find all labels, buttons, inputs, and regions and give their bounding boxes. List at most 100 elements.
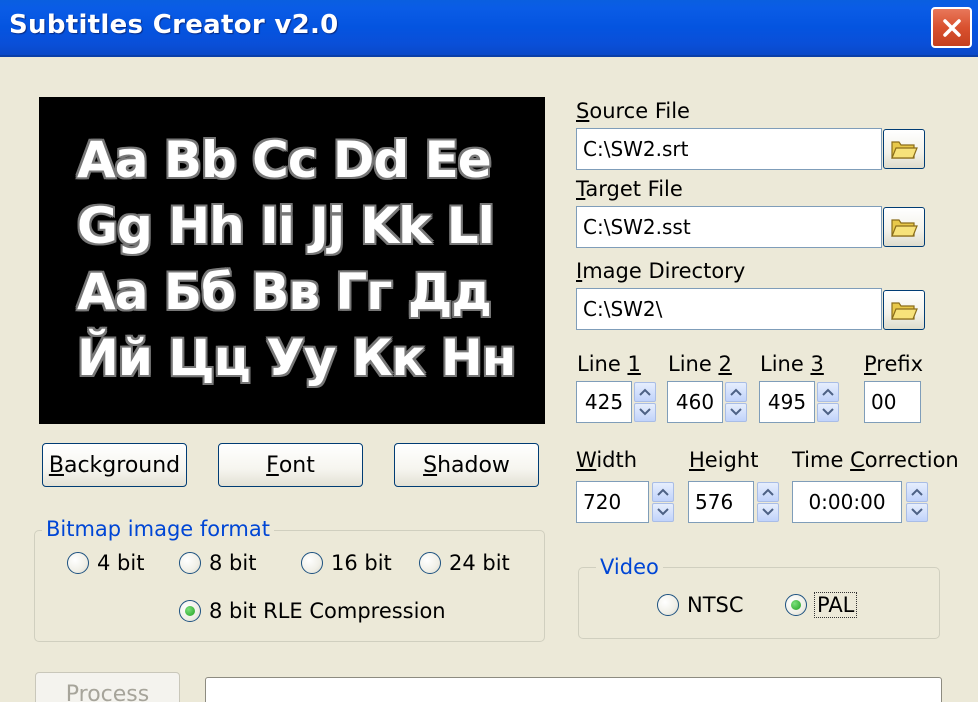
line3-spin-down[interactable] [817, 402, 839, 422]
folder-icon [891, 302, 918, 320]
width-input[interactable]: 720 [576, 481, 649, 523]
time-correction-spinner[interactable] [906, 482, 928, 522]
title-bar[interactable]: Subtitles Creator v2.0 [0, 0, 978, 57]
line3-label: Line 3 [760, 352, 824, 376]
radio-8bit[interactable]: 8 bit [179, 551, 256, 575]
preview-line: Gg Hh Ii Jj Kk Ll [77, 197, 495, 255]
background-button[interactable]: Background [42, 443, 187, 487]
process-label: Process [65, 681, 150, 702]
width-mnemonic: W [576, 448, 597, 472]
radio-8bit-rle-dot [179, 600, 201, 622]
source-file-label-rest: ource File [589, 99, 690, 123]
line2-spinner[interactable] [725, 382, 747, 422]
line2-input[interactable]: 460 [667, 381, 723, 423]
target-file-mnemonic: T [576, 177, 586, 201]
line3-label-text: Line [760, 352, 811, 376]
width-label: Width [576, 448, 637, 472]
spin-down-icon [822, 408, 834, 416]
background-label: ackground [63, 452, 181, 478]
radio-16bit-dot [301, 552, 323, 574]
width-label-rest: idth [596, 448, 638, 472]
source-file-mnemonic: S [576, 99, 590, 123]
spin-up-icon [822, 388, 834, 396]
radio-8bit-label: 8 bit [209, 551, 257, 575]
process-button[interactable]: Process [35, 672, 180, 702]
radio-ntsc[interactable]: NTSC [657, 593, 744, 617]
radio-pal[interactable]: PAL [785, 592, 858, 618]
height-label: Height [689, 448, 758, 472]
radio-4bit[interactable]: 4 bit [67, 551, 144, 575]
close-button[interactable] [931, 7, 972, 48]
width-spin-up[interactable] [652, 482, 674, 502]
target-browse-button[interactable] [883, 207, 925, 247]
folder-icon [891, 141, 918, 159]
height-input[interactable]: 576 [688, 481, 754, 523]
radio-8bit-rle[interactable]: 8 bit RLE Compression [179, 599, 446, 623]
preview-line: Aa Bb Cc Dd Ee [77, 131, 492, 189]
radio-24bit-dot [419, 552, 441, 574]
spin-down-icon [657, 508, 669, 516]
time-correction-input[interactable]: 0:00:00 [792, 481, 902, 523]
radio-ntsc-label: NTSC [687, 593, 744, 617]
line3-spinner[interactable] [817, 382, 839, 422]
width-spin-down[interactable] [652, 502, 674, 522]
shadow-button[interactable]: Shadow [394, 443, 539, 487]
width-spinner[interactable] [652, 482, 674, 522]
radio-4bit-label: 4 bit [97, 551, 145, 575]
height-spinner[interactable] [757, 482, 779, 522]
radio-16bit[interactable]: 16 bit [301, 551, 392, 575]
target-file-label-rest: arget File [585, 177, 683, 201]
folder-icon [891, 219, 918, 237]
font-mnemonic: F [266, 452, 279, 478]
progress-bar [205, 677, 942, 702]
time-correction-label-before: Time [792, 448, 851, 472]
time-correction-label: Time Correction [792, 448, 959, 472]
line2-label: Line 2 [668, 352, 732, 376]
line1-label: Line 1 [577, 352, 641, 376]
line3-input[interactable]: 495 [759, 381, 815, 423]
radio-pal-label: PAL [813, 592, 858, 618]
line2-mnemonic: 2 [718, 352, 732, 376]
height-spin-down[interactable] [757, 502, 779, 522]
radio-16bit-label: 16 bit [331, 551, 392, 575]
background-mnemonic: B [48, 452, 64, 478]
video-label: Video [596, 555, 663, 579]
source-file-input[interactable]: C:\SW2.srt [576, 128, 882, 170]
shadow-mnemonic: S [423, 452, 438, 478]
font-button[interactable]: Font [218, 443, 363, 487]
time-correction-spin-down[interactable] [906, 502, 928, 522]
image-directory-input[interactable]: C:\SW2\ [576, 288, 882, 330]
bitmap-format-label: Bitmap image format [42, 517, 274, 541]
spin-up-icon [762, 488, 774, 496]
line2-spin-up[interactable] [725, 382, 747, 402]
window-title: Subtitles Creator v2.0 [9, 10, 339, 40]
radio-24bit[interactable]: 24 bit [419, 551, 510, 575]
source-browse-button[interactable] [883, 129, 925, 169]
radio-4bit-dot [67, 552, 89, 574]
prefix-mnemonic: P [864, 352, 877, 376]
target-file-input[interactable]: C:\SW2.sst [576, 206, 882, 248]
radio-24bit-label: 24 bit [449, 551, 510, 575]
image-directory-label-rest: mage Directory [582, 259, 746, 283]
line1-mnemonic: 1 [627, 352, 641, 376]
line1-spin-down[interactable] [634, 402, 656, 422]
line1-input[interactable]: 425 [576, 381, 632, 423]
prefix-label: Prefix [864, 352, 923, 376]
height-mnemonic: H [689, 448, 705, 472]
radio-8bit-rle-label: 8 bit RLE Compression [209, 599, 446, 623]
time-correction-spin-up[interactable] [906, 482, 928, 502]
line3-spin-up[interactable] [817, 382, 839, 402]
image-directory-label: Image Directory [576, 259, 745, 283]
height-spin-up[interactable] [757, 482, 779, 502]
line1-spin-up[interactable] [634, 382, 656, 402]
bitmap-format-group [34, 530, 545, 642]
spin-up-icon [657, 488, 669, 496]
time-correction-label-rest: orrection [864, 448, 959, 472]
line2-spin-down[interactable] [725, 402, 747, 422]
spin-up-icon [730, 388, 742, 396]
line1-spinner[interactable] [634, 382, 656, 422]
image-directory-browse-button[interactable] [883, 290, 925, 330]
font-label: ont [278, 452, 315, 478]
prefix-label-rest: refix [876, 352, 924, 376]
prefix-input[interactable]: 00 [864, 381, 921, 423]
